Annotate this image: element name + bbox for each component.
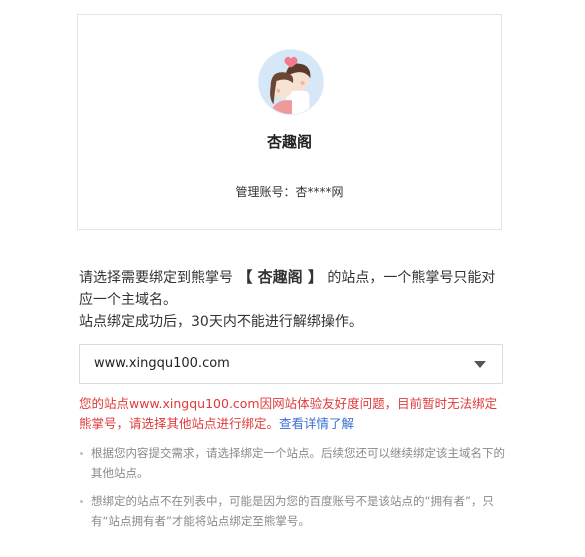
bracket-site-name: 【 杏趣阁 】 xyxy=(237,268,323,286)
caret-down-icon[interactable] xyxy=(474,361,486,368)
account-value: 杏****网 xyxy=(295,185,344,199)
site-avatar xyxy=(258,49,324,115)
instruction-text: 请选择需要绑定到熊掌号 xyxy=(79,270,233,286)
site-select[interactable]: www.xingqu100.com xyxy=(79,344,503,384)
account-label: 管理账号： xyxy=(235,185,296,199)
error-message: 您的站点www.xingqu100.com因网站体验友好度问题，目前暂时无法绑定… xyxy=(79,394,509,434)
list-item: 根据您内容提交需求，请选择绑定一个站点。后续您还可以继续绑定该主域名下的其他站点… xyxy=(79,443,509,483)
bullet-icon xyxy=(80,452,83,455)
account-line: 管理账号：杏****网 xyxy=(78,183,501,200)
list-item: 想绑定的站点不在列表中，可能是因为您的百度账号不是该站点的“拥有者”，只有“站点… xyxy=(79,491,509,531)
selected-site-value: www.xingqu100.com xyxy=(94,356,230,371)
tip-text: 根据您内容提交需求，请选择绑定一个站点。后续您还可以继续绑定该主域名下的其他站点… xyxy=(91,446,505,480)
instruction-line-1: 请选择需要绑定到熊掌号 【 杏趣阁 】 的站点，一个熊掌号只能对应一个主域名。 xyxy=(79,266,509,311)
tips-list: 根据您内容提交需求，请选择绑定一个站点。后续您还可以继续绑定该主域名下的其他站点… xyxy=(79,443,509,539)
instruction-line-2: 站点绑定成功后，30天内不能进行解绑操作。 xyxy=(79,314,363,330)
bullet-icon xyxy=(80,500,83,503)
view-details-link[interactable]: 查看详情了解 xyxy=(279,416,354,431)
couple-avatar-illustration xyxy=(259,50,323,114)
account-card: 杏趣阁 管理账号：杏****网 xyxy=(77,14,502,230)
site-name: 杏趣阁 xyxy=(266,133,312,151)
bind-instructions: 请选择需要绑定到熊掌号 【 杏趣阁 】 的站点，一个熊掌号只能对应一个主域名。 … xyxy=(79,266,509,333)
tip-text: 想绑定的站点不在列表中，可能是因为您的百度账号不是该站点的“拥有者”，只有“站点… xyxy=(91,494,494,528)
